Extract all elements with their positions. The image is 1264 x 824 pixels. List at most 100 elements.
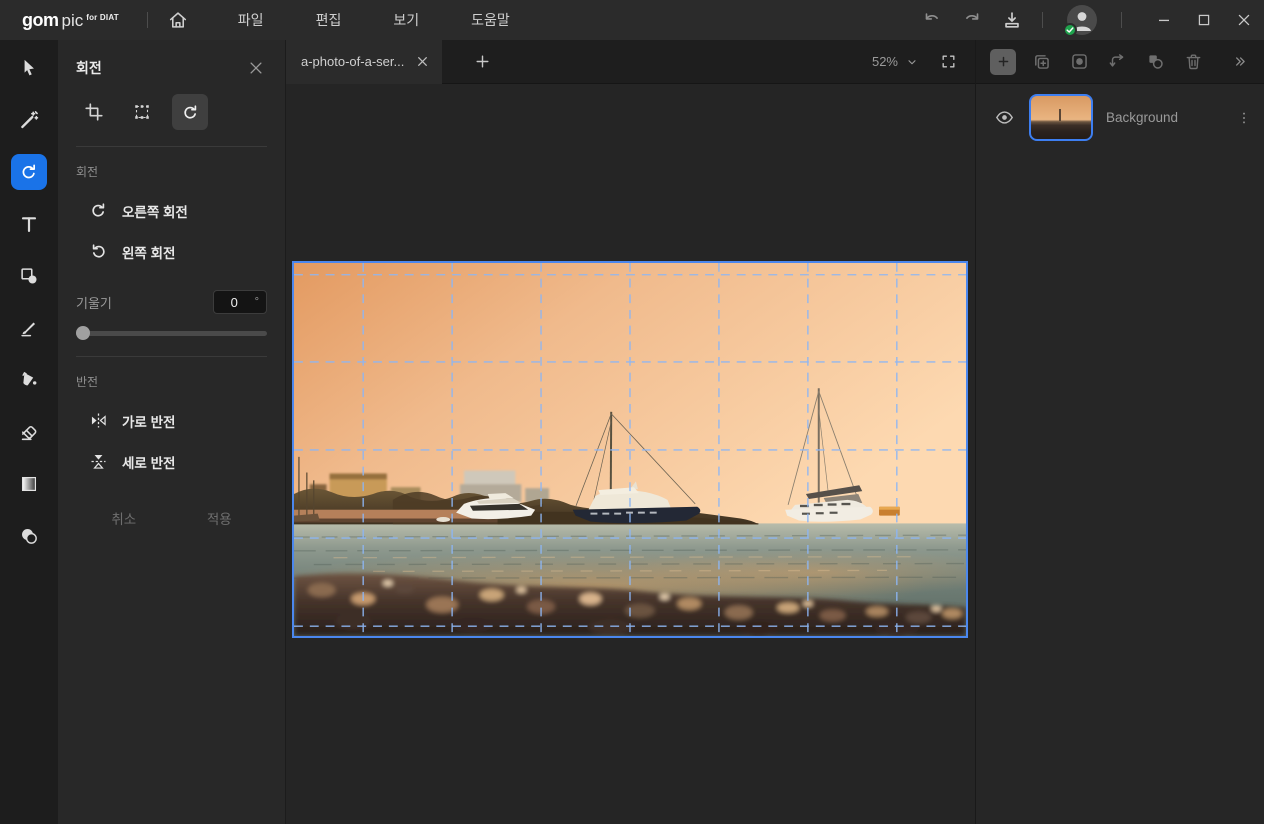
eraser-icon <box>18 421 40 443</box>
layer-visibility-button[interactable] <box>992 106 1016 130</box>
dots-vertical-icon <box>1236 110 1252 126</box>
rotate-tool-button[interactable] <box>11 154 47 190</box>
layer-thumbnail[interactable] <box>1029 94 1093 141</box>
titlebar-divider <box>147 12 148 28</box>
brush-tool-button[interactable] <box>11 310 47 346</box>
rotate-left-button[interactable]: 왼쪽 회전 <box>76 241 267 262</box>
panel-header: 회전 <box>76 57 267 79</box>
menu-edit[interactable]: 편집 <box>290 0 368 40</box>
close-icon <box>416 55 429 68</box>
layers-toolbar <box>976 40 1264 84</box>
tilt-slider-handle[interactable] <box>76 326 90 340</box>
select-tool-button[interactable] <box>11 50 47 86</box>
check-icon <box>1066 26 1074 34</box>
chevrons-right-icon <box>1231 53 1248 70</box>
section-divider <box>76 356 267 357</box>
titlebar-divider <box>1121 12 1122 28</box>
panel-close-button[interactable] <box>245 57 267 79</box>
close-icon <box>1234 10 1254 30</box>
tilt-label: 기울기 <box>76 293 112 312</box>
maximize-button[interactable] <box>1184 0 1224 40</box>
grid-overlay <box>294 263 966 636</box>
flip-vertical-button[interactable]: 세로 반전 <box>76 451 267 472</box>
user-avatar[interactable] <box>1067 5 1097 35</box>
image-canvas[interactable] <box>292 261 968 638</box>
flip-horizontal-button[interactable]: 가로 반전 <box>76 410 267 431</box>
text-tool-button[interactable] <box>11 206 47 242</box>
tilt-slider-track[interactable] <box>76 331 267 336</box>
gradient-icon <box>18 473 40 495</box>
section-divider <box>76 146 267 147</box>
flip-vertical-label: 세로 반전 <box>122 452 175 472</box>
rotation-section-label: 회전 <box>76 163 267 180</box>
layers-panel: Background <box>975 40 1264 824</box>
layer-row-background[interactable]: Background <box>976 84 1264 141</box>
fullscreen-button[interactable] <box>940 53 957 70</box>
tool-rail <box>0 40 58 824</box>
tabbar-right: 52% <box>872 53 975 70</box>
fill-tool-button[interactable] <box>11 362 47 398</box>
document-tabbar: a-photo-of-a-ser... 52% <box>286 40 975 84</box>
maximize-icon <box>1194 10 1214 30</box>
flip-horizontal-icon <box>88 410 109 431</box>
paint-bucket-icon <box>18 369 40 391</box>
document-tab-active[interactable]: a-photo-of-a-ser... <box>286 40 442 84</box>
shape-icon <box>18 265 40 287</box>
resize-selection-icon <box>131 101 153 123</box>
apply-button[interactable]: 적용 <box>172 502 268 534</box>
flip-vertical-icon <box>88 451 109 472</box>
color-mix-tool-button[interactable] <box>11 518 47 554</box>
crop-mode-button[interactable] <box>76 94 112 130</box>
rotate-options-panel: 회전 <box>58 40 286 824</box>
login-status-badge <box>1063 23 1077 37</box>
redo-button[interactable] <box>952 0 992 40</box>
minimize-icon <box>1154 10 1174 30</box>
export-button[interactable] <box>992 0 1032 40</box>
plus-icon <box>474 53 491 70</box>
magic-wand-icon <box>18 109 40 131</box>
minimize-button[interactable] <box>1144 0 1184 40</box>
cancel-button[interactable]: 취소 <box>76 502 172 534</box>
app-logo: gom pic for DIAT <box>22 10 119 31</box>
chevron-down-icon[interactable] <box>906 56 918 68</box>
menu-file[interactable]: 파일 <box>212 0 290 40</box>
new-tab-button[interactable] <box>464 40 500 84</box>
magic-wand-tool-button[interactable] <box>11 102 47 138</box>
titlebar: gom pic for DIAT 파일 편집 보기 도움말 <box>0 0 1264 40</box>
mask-layer-button[interactable] <box>1066 49 1092 75</box>
add-layer-button[interactable] <box>990 49 1016 75</box>
duplicate-layer-button[interactable] <box>1028 49 1054 75</box>
workspace: 회전 <box>0 40 1264 824</box>
rotate-mode-button[interactable] <box>172 94 208 130</box>
menu-view[interactable]: 보기 <box>367 0 445 40</box>
plus-icon <box>996 54 1011 69</box>
close-window-button[interactable] <box>1224 0 1264 40</box>
color-circles-icon <box>18 525 40 547</box>
transform-layer-button[interactable] <box>1104 49 1130 75</box>
delete-layer-button[interactable] <box>1180 49 1206 75</box>
logo-pic: pic <box>62 11 84 31</box>
fullscreen-icon <box>940 53 957 70</box>
close-icon <box>247 59 265 77</box>
crop-icon <box>83 101 105 123</box>
collapse-panel-button[interactable] <box>1226 49 1252 75</box>
eraser-tool-button[interactable] <box>11 414 47 450</box>
gradient-tool-button[interactable] <box>11 466 47 502</box>
undo-button[interactable] <box>912 0 952 40</box>
rotate-left-icon <box>88 241 109 262</box>
eye-icon <box>994 107 1015 128</box>
layer-menu-button[interactable] <box>1234 106 1254 130</box>
app-window: gom pic for DIAT 파일 편집 보기 도움말 <box>0 0 1264 824</box>
zoom-level[interactable]: 52% <box>872 54 898 69</box>
resize-mode-button[interactable] <box>124 94 160 130</box>
rotate-icon <box>180 102 201 123</box>
rotate-right-button[interactable]: 오른쪽 회전 <box>76 200 267 221</box>
tilt-slider[interactable] <box>76 326 267 340</box>
tab-close-button[interactable] <box>416 55 429 68</box>
tilt-input[interactable]: 0 ° <box>213 290 267 314</box>
merge-layer-button[interactable] <box>1142 49 1168 75</box>
menu-help[interactable]: 도움말 <box>445 0 536 40</box>
shape-tool-button[interactable] <box>11 258 47 294</box>
flip-section-label: 반전 <box>76 373 267 390</box>
home-button[interactable] <box>158 0 198 40</box>
